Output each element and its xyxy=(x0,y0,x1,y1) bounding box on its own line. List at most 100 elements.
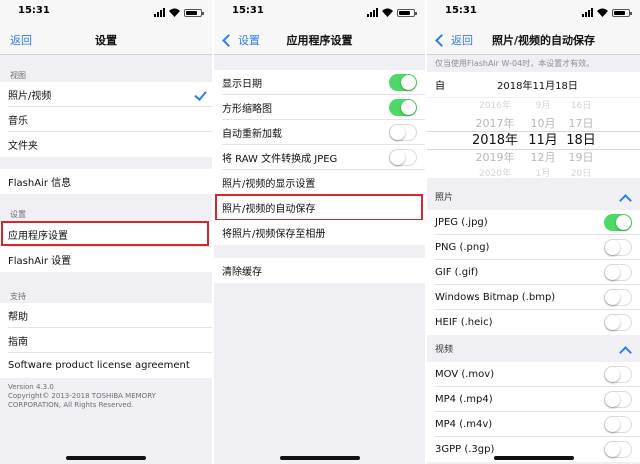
auto-reload-toggle[interactable] xyxy=(389,124,417,141)
square-thumbnail-toggle[interactable] xyxy=(389,99,417,116)
list-item-m4v[interactable]: MP4 (.m4v) xyxy=(427,412,640,437)
battery-icon xyxy=(612,9,632,17)
list-item-app-settings[interactable]: 应用程序设置 xyxy=(0,222,212,247)
status-bar: 15:31 xyxy=(214,0,425,24)
item-label: 显示日期 xyxy=(222,79,262,90)
raw-to-jpeg-toggle[interactable] xyxy=(389,149,417,166)
bmp-toggle[interactable] xyxy=(604,289,632,306)
toggle-knob xyxy=(605,442,620,457)
auto-save-screen: 15:31 返回 照片/视频的自动保存 仅当使用FlashAir W-04时，本… xyxy=(427,0,640,464)
list-item-square-thumbnail[interactable]: 方形缩略图 xyxy=(214,95,425,120)
toggle-knob xyxy=(605,290,620,305)
list-item-jpeg[interactable]: JPEG (.jpg) xyxy=(427,210,640,235)
list-item-auto-save[interactable]: 照片/视频的自动保存 xyxy=(214,195,425,220)
toggle-knob xyxy=(605,392,620,407)
section-header-photo[interactable]: 照片 xyxy=(427,186,640,210)
settings-note: 仅当使用FlashAir W-04时，本设置才有效。 xyxy=(435,59,595,68)
status-time: 15:31 xyxy=(232,5,264,16)
status-icons xyxy=(154,7,204,17)
back-button[interactable]: 返回 xyxy=(435,32,473,48)
toggle-knob xyxy=(605,240,620,255)
item-label: 音乐 xyxy=(8,116,28,127)
back-button[interactable]: 设置 xyxy=(222,32,260,48)
mov-toggle[interactable] xyxy=(604,366,632,383)
heif-toggle[interactable] xyxy=(604,314,632,331)
item-label: 指南 xyxy=(8,337,28,348)
list-item-flashair-info[interactable]: FlashAir 信息 xyxy=(0,169,212,194)
back-button[interactable]: 返回 xyxy=(10,32,32,48)
photo-header-label: 照片 xyxy=(435,193,454,203)
list-item-display-settings[interactable]: 照片/视频的显示设置 xyxy=(214,170,425,195)
list-item-save-to-album[interactable]: 将照片/视频保存至相册 xyxy=(214,220,425,245)
picker-day-column[interactable]: 16日 17日 18日 19日 20日 xyxy=(551,98,611,178)
list-item-clear-cache[interactable]: 清除缓存 xyxy=(214,258,425,283)
picker-divider xyxy=(427,149,640,150)
back-label: 返回 xyxy=(451,34,473,47)
item-label: GIF (.gif) xyxy=(435,267,479,278)
wifi-icon xyxy=(597,8,608,17)
item-label: MP4 (.m4v) xyxy=(435,419,493,430)
date-row[interactable]: 自 2018年11月18日 xyxy=(427,72,640,97)
show-date-toggle[interactable] xyxy=(389,74,417,91)
back-label: 设置 xyxy=(238,34,260,47)
list-item-license[interactable]: Software product license agreement xyxy=(0,353,212,378)
toggle-knob xyxy=(616,215,631,230)
item-label: 自动重新加载 xyxy=(222,129,282,140)
battery-icon xyxy=(397,9,417,17)
3gp-toggle[interactable] xyxy=(604,441,632,458)
list-item-mov[interactable]: MOV (.mov) xyxy=(427,362,640,387)
toggle-knob xyxy=(401,100,416,115)
list-item-auto-reload[interactable]: 自动重新加载 xyxy=(214,120,425,145)
jpeg-toggle[interactable] xyxy=(604,214,632,231)
copyright-text: Copyright© 2013-2018 TOSHIBA MEMORY xyxy=(8,392,156,400)
status-time: 15:31 xyxy=(18,5,50,16)
m4v-toggle[interactable] xyxy=(604,416,632,433)
list-item-photo-video[interactable]: 照片/视频 xyxy=(0,82,212,107)
toggle-knob xyxy=(605,417,620,432)
home-indicator xyxy=(66,456,146,460)
list-item-guide[interactable]: 指南 xyxy=(0,328,212,353)
wifi-icon xyxy=(382,8,393,17)
item-label: FlashAir 设置 xyxy=(8,256,72,267)
list-item-folder[interactable]: 文件夹 xyxy=(0,132,212,157)
list-item-raw-to-jpeg[interactable]: 将 RAW 文件转换成 JPEG xyxy=(214,145,425,170)
signal-icon xyxy=(367,8,378,17)
picker-divider xyxy=(427,131,640,132)
nav-bar: 返回 设置 xyxy=(0,24,212,55)
section-header-settings: 设置 xyxy=(10,210,26,219)
chevron-up-icon xyxy=(619,194,632,207)
list-item-bmp[interactable]: Windows Bitmap (.bmp) xyxy=(427,285,640,310)
list-item-heif[interactable]: HEIF (.heic) xyxy=(427,310,640,335)
mp4-toggle[interactable] xyxy=(604,391,632,408)
nav-bar: 设置 应用程序设置 xyxy=(214,24,425,55)
toggle-knob xyxy=(401,75,416,90)
list-item-flashair-settings[interactable]: FlashAir 设置 xyxy=(0,247,212,272)
signal-icon xyxy=(154,8,165,17)
back-label: 返回 xyxy=(10,34,32,47)
png-toggle[interactable] xyxy=(604,239,632,256)
status-icons xyxy=(367,7,417,17)
signal-icon xyxy=(582,8,593,17)
item-label: 方形缩略图 xyxy=(222,104,272,115)
list-item-show-date[interactable]: 显示日期 xyxy=(214,70,425,95)
list-item-gif[interactable]: GIF (.gif) xyxy=(427,260,640,285)
list-item-png[interactable]: PNG (.png) xyxy=(427,235,640,260)
list-item-help[interactable]: 帮助 xyxy=(0,303,212,328)
status-bar: 15:31 xyxy=(427,0,640,24)
item-label: 清除缓存 xyxy=(222,267,262,278)
picker-option: 17日 xyxy=(568,117,594,130)
list-item-music[interactable]: 音乐 xyxy=(0,107,212,132)
item-label: 将 RAW 文件转换成 JPEG xyxy=(222,154,338,165)
list-item-mp4[interactable]: MP4 (.mp4) xyxy=(427,387,640,412)
wifi-icon xyxy=(169,8,180,17)
picker-option: 16日 xyxy=(570,101,592,111)
copyright-text-2: CORPORATION, All Rights Reserved. xyxy=(8,401,134,409)
section-header-video[interactable]: 视频 xyxy=(427,338,640,362)
home-indicator xyxy=(493,456,574,460)
item-label: Windows Bitmap (.bmp) xyxy=(435,292,556,303)
gif-toggle[interactable] xyxy=(604,264,632,281)
status-bar: 15:31 xyxy=(0,0,212,24)
item-label: 文件夹 xyxy=(8,141,38,152)
item-label: 照片/视频 xyxy=(8,91,52,102)
date-picker[interactable]: 2016年 2017年 2018年 2019年 2020年 9月 10月 11月… xyxy=(427,98,640,178)
